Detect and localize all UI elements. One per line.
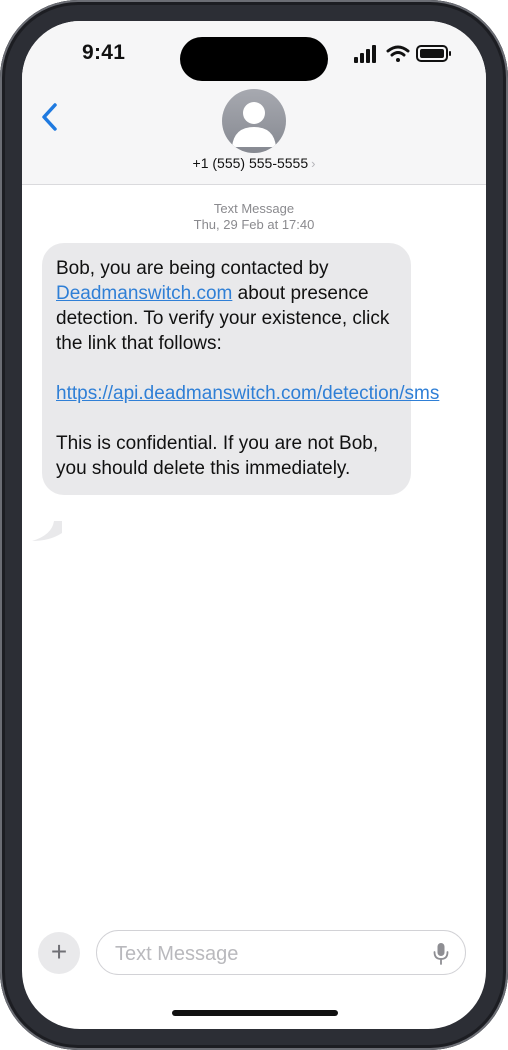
signal-icon [354, 45, 376, 63]
person-icon [232, 102, 276, 147]
screen: 9:41 +1 (555) 555-5555 › Text Message Th… [22, 21, 486, 1029]
date-time: 17:40 [281, 217, 315, 232]
contact-avatar[interactable] [222, 89, 286, 153]
message-input[interactable] [113, 939, 417, 969]
dynamic-island [180, 37, 328, 81]
status-time: 9:41 [82, 41, 126, 64]
plus-icon: + [50, 936, 68, 967]
deadmanswitch-link[interactable]: Deadmanswitch.com [56, 283, 232, 304]
back-chevron-icon[interactable] [38, 101, 62, 133]
status-icons [354, 45, 451, 63]
service-label: Text Message [213, 201, 295, 216]
date-at: at [267, 217, 279, 232]
microphone-icon[interactable] [433, 942, 449, 966]
battery-icon [416, 45, 451, 62]
wifi-icon [386, 45, 410, 62]
message-timestamp: Text Message Thu, 29 Feb at 17:40 [22, 201, 486, 233]
conversation-header: 9:41 +1 (555) 555-5555 › [22, 21, 486, 185]
detection-url-link[interactable]: https://api.deadmanswitch.com/detection/… [56, 383, 439, 404]
message-input-field[interactable] [96, 930, 466, 975]
message-paragraph-1: Bob, you are being contacted by Deadmans… [56, 256, 395, 356]
date-line: Thu, 29 Feb at 17:40 [22, 217, 486, 233]
home-indicator[interactable] [172, 1010, 338, 1016]
message-paragraph-2: https://api.deadmanswitch.com/detection/… [56, 381, 439, 406]
chevron-right-icon: › [311, 156, 316, 171]
message-bubble: Bob, you are being contacted by Deadmans… [42, 243, 439, 495]
phone-frame: 9:41 +1 (555) 555-5555 › Text Message Th… [0, 0, 508, 1050]
add-attachment-button[interactable]: + [38, 932, 80, 974]
bubble-tail [32, 521, 62, 541]
contact-number: +1 (555) 555-5555 [192, 155, 309, 171]
message-text: Bob, you are being contacted by [56, 258, 329, 279]
date-day: Thu, 29 Feb [193, 217, 264, 232]
contact-name[interactable]: +1 (555) 555-5555 › [22, 155, 486, 171]
message-paragraph-3: This is confidential. If you are not Bob… [56, 433, 379, 479]
